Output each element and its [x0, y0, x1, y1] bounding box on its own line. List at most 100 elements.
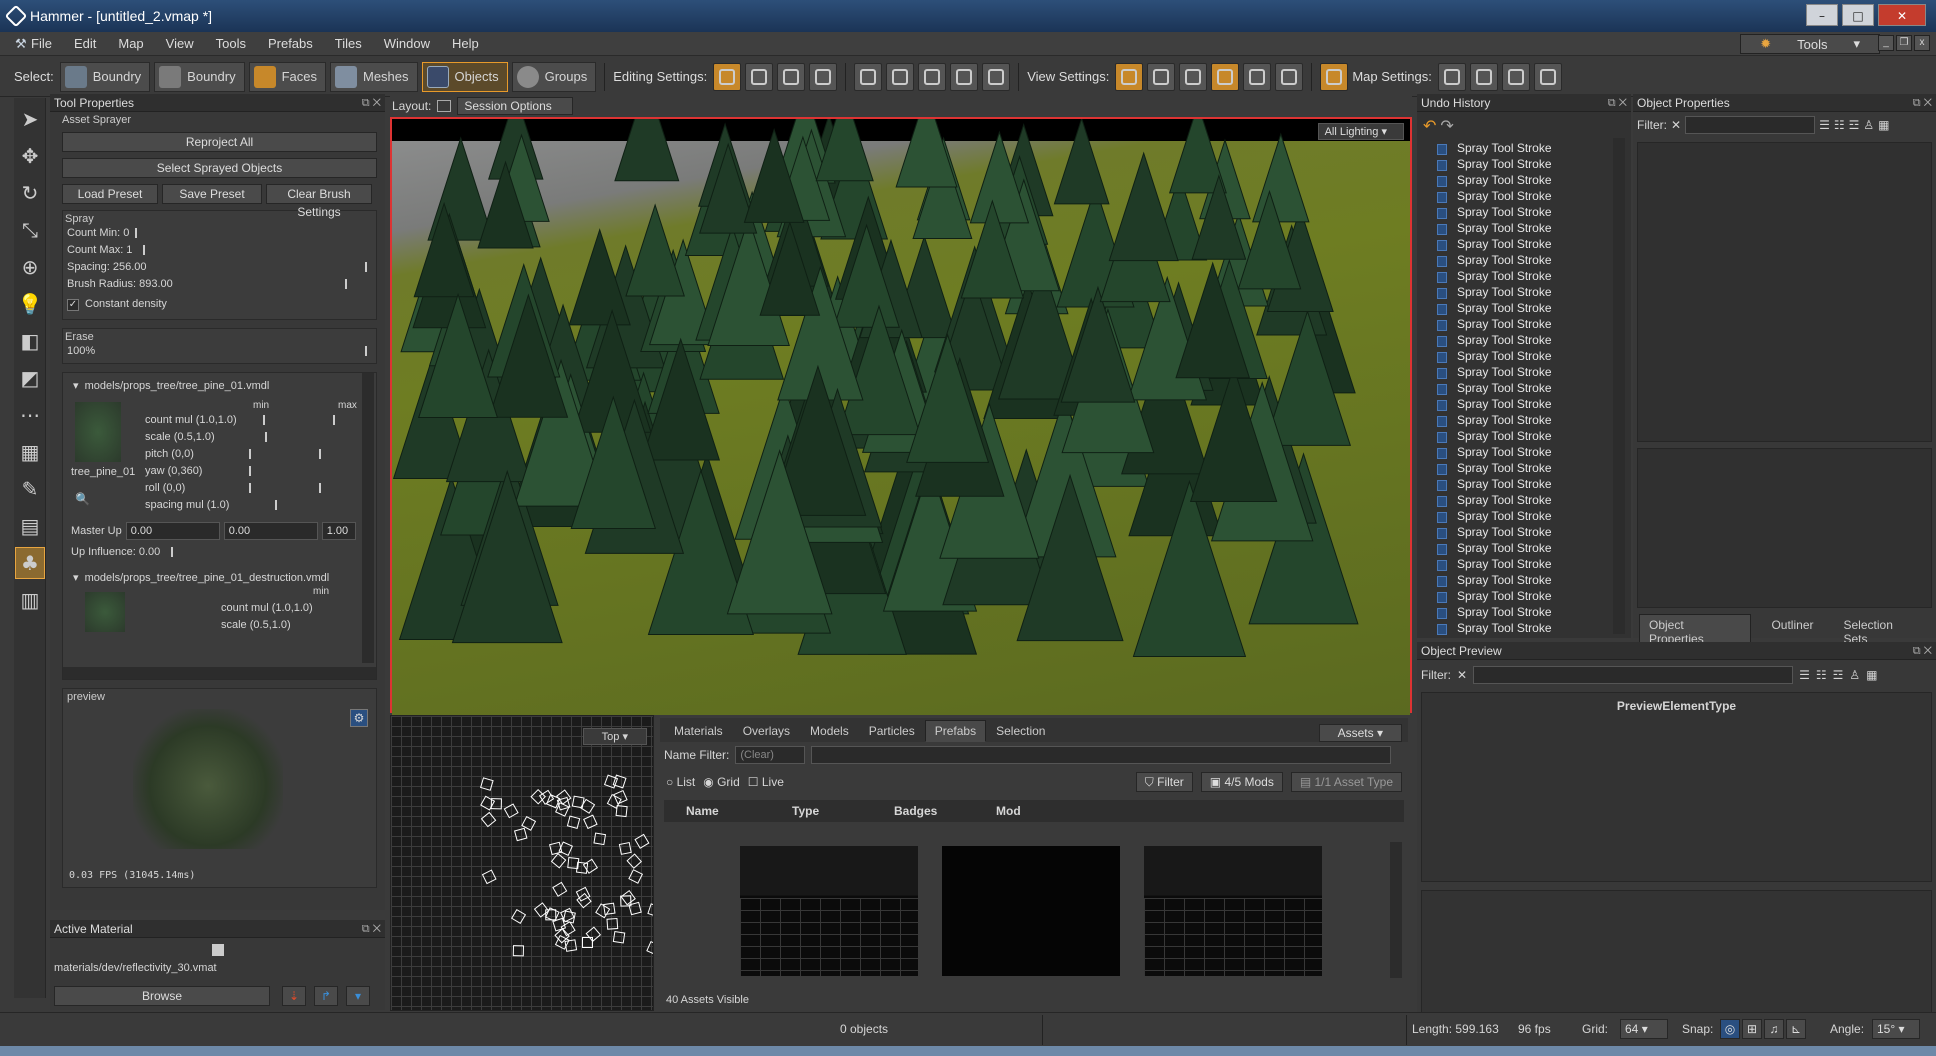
pointer-icon[interactable]: ➤ — [15, 103, 45, 135]
mdi-minimize-button[interactable]: _ — [1878, 35, 1894, 51]
block-icon[interactable]: ◧ — [15, 325, 45, 357]
undo-item[interactable]: Spray Tool Stroke — [1417, 588, 1631, 604]
model-list-hscrollbar[interactable] — [63, 667, 376, 679]
brush-radius-slider[interactable]: Brush Radius: 893.00 — [65, 276, 374, 293]
group-edit-3-icon[interactable] — [918, 62, 947, 91]
select-meshes-button[interactable]: Meshes — [330, 61, 418, 92]
name-filter-input[interactable] — [811, 746, 1392, 764]
select-groups-button[interactable]: Groups — [511, 61, 597, 92]
snap-grid-icon[interactable]: ◎ — [1720, 1019, 1740, 1039]
asset-sprayer-icon[interactable]: ♣ — [15, 547, 45, 579]
model1-spacing-mul-slider[interactable]: spacing mul (1.0) — [143, 497, 343, 514]
object-preview-clear-icon[interactable]: ✕ — [1457, 668, 1467, 682]
undo-item[interactable]: Spray Tool Stroke — [1417, 620, 1631, 636]
tree-view-icon[interactable] — [1147, 62, 1176, 91]
undo-item[interactable]: Spray Tool Stroke — [1417, 252, 1631, 268]
select-objects-button[interactable]: Objects — [421, 61, 508, 92]
pivot-icon[interactable]: ⊕ — [15, 251, 45, 283]
detail-view-icon[interactable]: ☷ — [1834, 118, 1845, 132]
count-min-slider[interactable]: Count Min: 0 — [65, 225, 374, 242]
asset-thumb-1[interactable] — [740, 846, 918, 976]
light-icon[interactable] — [1115, 62, 1144, 91]
material-share-icon[interactable]: ↱ — [314, 986, 338, 1006]
load-preset-button[interactable]: Load Preset — [62, 184, 158, 204]
move-icon[interactable]: ✥ — [15, 140, 45, 172]
list-radio[interactable]: ○ List — [666, 775, 695, 789]
master-up-y-input[interactable]: 0.00 — [223, 522, 318, 540]
angle-dropdown[interactable]: 15° ▾ — [1872, 1019, 1920, 1039]
undo-item[interactable]: Spray Tool Stroke — [1417, 380, 1631, 396]
bounds-icon[interactable] — [809, 62, 838, 91]
all-lighting-dropdown[interactable]: All Lighting ▾ — [1317, 123, 1404, 140]
menu-tools[interactable]: Tools — [205, 36, 257, 51]
preview-layout-icon[interactable]: ▦ — [1866, 668, 1877, 682]
undo-item[interactable]: Spray Tool Stroke — [1417, 556, 1631, 572]
menu-prefabs[interactable]: Prefabs — [257, 36, 324, 51]
map-settings-1-icon[interactable] — [1437, 62, 1466, 91]
save-preset-button[interactable]: Save Preset — [162, 184, 262, 204]
layout-grid-icon[interactable] — [437, 100, 452, 112]
undo-item[interactable]: Spray Tool Stroke — [1417, 524, 1631, 540]
undo-item[interactable]: Spray Tool Stroke — [1417, 508, 1631, 524]
model2-header[interactable]: ▾ models/props_tree/tree_pine_01_destruc… — [63, 561, 376, 584]
monitor-icon[interactable] — [1320, 62, 1349, 91]
assets-dropdown[interactable]: Assets ▾ — [1318, 724, 1402, 742]
close-button[interactable]: ✕ — [1878, 4, 1926, 26]
menu-help[interactable]: Help — [441, 36, 490, 51]
object-properties-filter-input[interactable] — [1685, 116, 1816, 134]
object-preview-filter-input[interactable] — [1473, 666, 1794, 684]
top-2d-view[interactable]: Top ▾ — [390, 715, 654, 1011]
undo-close-icon[interactable]: ⧉ ✕ — [1608, 94, 1627, 112]
column-badges[interactable]: Badges — [864, 800, 964, 822]
tab-models[interactable]: Models — [800, 720, 859, 742]
gamepad-icon[interactable] — [982, 62, 1011, 91]
undo-icon[interactable]: ↶ — [1423, 116, 1436, 136]
object-properties-close-icon[interactable]: ⧉ ✕ — [1913, 94, 1932, 112]
count-max-slider[interactable]: Count Max: 1 — [65, 242, 374, 259]
tools-dropdown[interactable]: ✹ Tools ▾ — [1740, 34, 1880, 54]
undo-item[interactable]: Spray Tool Stroke — [1417, 492, 1631, 508]
grid-icon[interactable] — [1275, 62, 1304, 91]
menu-map[interactable]: Map — [107, 36, 154, 51]
light-bulb-icon[interactable]: 💡 — [15, 288, 45, 320]
undo-item[interactable]: Spray Tool Stroke — [1417, 460, 1631, 476]
preview-list-view-icon[interactable]: ☰ — [1799, 668, 1810, 682]
model1-header[interactable]: ▾ models/props_tree/tree_pine_01.vmdl — [63, 373, 376, 392]
undo-item[interactable]: Spray Tool Stroke — [1417, 188, 1631, 204]
live-checkbox[interactable]: ☐ Live — [748, 775, 784, 789]
undo-item[interactable]: Spray Tool Stroke — [1417, 204, 1631, 220]
snap-angle-icon[interactable]: ⊾ — [1786, 1019, 1806, 1039]
minimize-button[interactable]: – — [1806, 4, 1838, 26]
tab-overlays[interactable]: Overlays — [733, 720, 800, 742]
undo-item[interactable]: Spray Tool Stroke — [1417, 396, 1631, 412]
filter-button[interactable]: ⛉ Filter — [1135, 772, 1193, 792]
cube-icon[interactable] — [1211, 62, 1240, 91]
select-faces-button[interactable]: Faces — [248, 61, 326, 92]
select-boundry-button[interactable]: Boundry — [59, 61, 151, 92]
clear-brush-button[interactable]: Clear Brush Settings — [266, 184, 372, 219]
up-influence-slider[interactable]: Up Influence: 0.00 — [63, 544, 376, 561]
clip-icon[interactable]: ◩ — [15, 362, 45, 394]
asset-thumb-2[interactable] — [942, 846, 1120, 976]
asset-thumb-3[interactable] — [1144, 846, 1322, 976]
paint-icon[interactable]: ✎ — [15, 473, 45, 505]
tile-icon[interactable]: ▤ — [15, 510, 45, 542]
menu-window[interactable]: Window — [373, 36, 441, 51]
maximize-button[interactable]: □ — [1842, 4, 1874, 26]
map-settings-3-icon[interactable] — [1501, 62, 1530, 91]
menu-edit[interactable]: Edit — [63, 36, 107, 51]
3d-viewport[interactable]: All Lighting ▾ — [390, 117, 1412, 715]
column-name[interactable]: Name — [664, 800, 764, 822]
layout-icon[interactable]: ▦ — [1878, 118, 1889, 132]
scale-icon[interactable]: ⤡ — [15, 214, 45, 246]
undo-item[interactable]: Spray Tool Stroke — [1417, 332, 1631, 348]
undo-item[interactable]: Spray Tool Stroke — [1417, 364, 1631, 380]
panel-close-icon[interactable]: ⧉ ✕ — [362, 94, 381, 112]
material-dropdown-icon[interactable]: ▾ — [346, 986, 370, 1006]
undo-item[interactable]: Spray Tool Stroke — [1417, 156, 1631, 172]
person-icon[interactable]: ♙ — [1863, 118, 1874, 132]
select-sprayed-button[interactable]: Select Sprayed Objects — [62, 158, 377, 178]
model2-count-mul-slider[interactable]: count mul (1.0,1.0) — [219, 600, 359, 617]
tree-view-icon[interactable]: ☲ — [1849, 118, 1860, 132]
undo-item[interactable]: Spray Tool Stroke — [1417, 220, 1631, 236]
